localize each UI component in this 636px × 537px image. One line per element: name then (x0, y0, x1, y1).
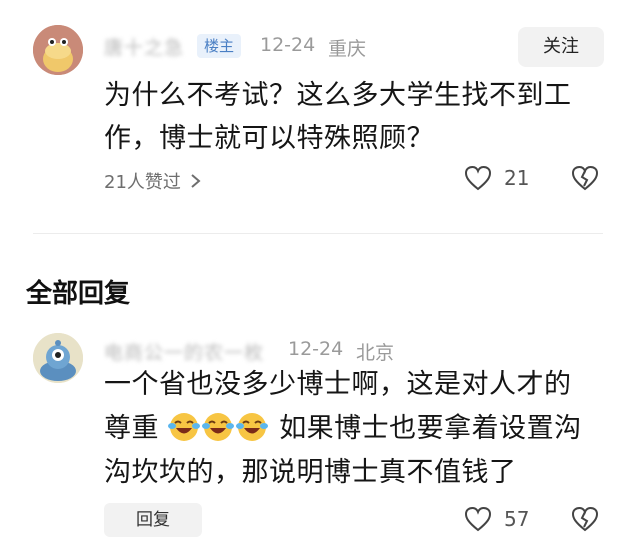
bread-character-icon (33, 25, 83, 75)
post-author-avatar[interactable] (33, 25, 83, 75)
reply-text-line-2-suffix: 如果博士也要拿着设置沟 (279, 413, 582, 444)
post-location: 重庆 (328, 38, 367, 60)
replies-section-title: 全部回复 (26, 279, 131, 309)
likes-summary-link[interactable]: 21人赞过 (104, 168, 203, 194)
laughing-crying-emoji-icon (168, 413, 201, 441)
reply-author-avatar[interactable] (33, 333, 83, 383)
likes-summary-text: 21人赞过 (104, 172, 181, 193)
broken-heart-icon (571, 165, 599, 191)
reply-like-count: 57 (504, 507, 530, 531)
reply-button[interactable]: 回复 (104, 503, 202, 537)
section-divider (33, 233, 603, 234)
chevron-right-icon (191, 174, 201, 188)
post-like-count: 21 (504, 166, 530, 190)
post-date: 12-24 (260, 34, 316, 56)
post-like-button[interactable]: 21 (464, 165, 529, 191)
post-text-line-1: 为什么不考试？这么多大学生找不到工 (104, 80, 572, 111)
follow-button[interactable]: 关注 (518, 27, 604, 67)
reply-date: 12-24 (288, 338, 344, 360)
broken-heart-icon (571, 506, 599, 532)
laughing-crying-emoji-icon (236, 413, 269, 441)
op-badge: 楼主 (197, 34, 242, 58)
heart-icon (464, 165, 492, 191)
heart-icon (464, 506, 492, 532)
reply-text-line-2-prefix: 尊重 (104, 413, 159, 444)
reply-author-name[interactable]: 电商公一的农一枚 (104, 338, 264, 365)
post-text-line-2: 作，博士就可以特殊照顾？ (104, 123, 434, 154)
laughing-crying-emoji-icon (202, 413, 235, 441)
reply-dislike-button[interactable] (571, 506, 599, 536)
reply-text-line-1: 一个省也没多少博士啊，这是对人才的 (104, 369, 572, 400)
post-dislike-button[interactable] (571, 165, 599, 195)
post-author-name[interactable]: 唐十之急 (104, 33, 184, 60)
reply-text-line-2: 尊重 如果博士也要拿着设置沟 (104, 407, 582, 451)
blue-character-icon (33, 333, 83, 383)
reply-location: 北京 (356, 342, 395, 364)
reply-like-button[interactable]: 57 (464, 506, 529, 532)
reply-text-line-3: 沟坎坎的，那说明博士真不值钱了 (104, 457, 517, 488)
